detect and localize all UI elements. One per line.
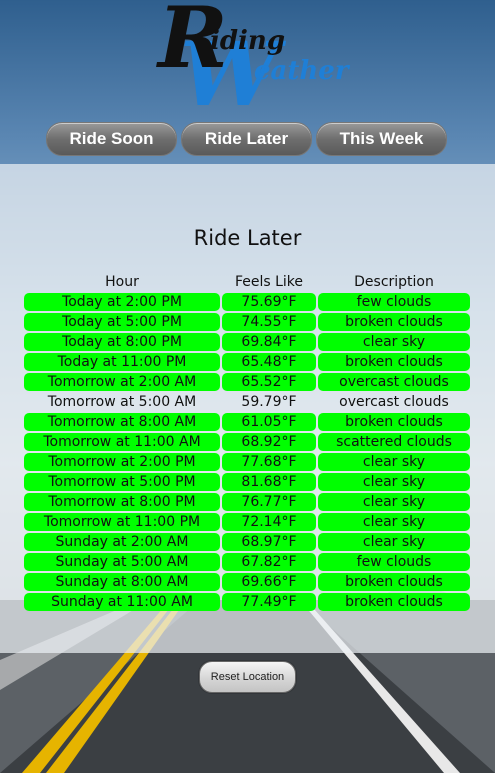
table-row: Tomorrow at 11:00 PM 72.14°F clear sky — [24, 512, 471, 532]
cell-hour: Tomorrow at 11:00 PM — [24, 513, 220, 531]
cell-description: clear sky — [318, 473, 470, 491]
forecast-panel: Ride Later Hour Feels Like Description T… — [0, 164, 495, 653]
cell-description: clear sky — [318, 333, 470, 351]
cell-description: clear sky — [318, 533, 470, 551]
cell-description: clear sky — [318, 453, 470, 471]
cell-hour: Sunday at 5:00 AM — [24, 553, 220, 571]
cell-feels-like: 65.52°F — [222, 373, 316, 391]
cell-feels-like: 76.77°F — [222, 493, 316, 511]
table-row: Sunday at 8:00 AM 69.66°F broken clouds — [24, 572, 471, 592]
table-row: Tomorrow at 11:00 AM 68.92°F scattered clo… — [24, 432, 471, 452]
cell-hour: Today at 2:00 PM — [24, 293, 220, 311]
table-row: Tomorrow at 8:00 AM 61.05°F broken clouds — [24, 412, 471, 432]
cell-hour: Tomorrow at 11:00 AM — [24, 433, 220, 451]
cell-hour: Today at 11:00 PM — [24, 353, 220, 371]
cell-feels-like: 65.48°F — [222, 353, 316, 371]
cell-description: few clouds — [318, 553, 470, 571]
logo-word-eather: eather — [254, 56, 349, 86]
table-row: Sunday at 2:00 AM 68.97°F clear sky — [24, 532, 471, 552]
cell-hour: Today at 8:00 PM — [24, 333, 220, 351]
cell-hour: Sunday at 2:00 AM — [24, 533, 220, 551]
header-hour: Hour — [105, 274, 139, 290]
table-header-row: Hour Feels Like Description — [24, 272, 471, 292]
cell-description: broken clouds — [318, 593, 470, 611]
cell-feels-like: 75.69°F — [222, 293, 316, 311]
cell-hour: Tomorrow at 2:00 AM — [24, 373, 220, 391]
table-row: Tomorrow at 5:00 PM 81.68°F clear sky — [24, 472, 471, 492]
ride-later-button[interactable]: Ride Later — [181, 122, 312, 156]
cell-feels-like: 74.55°F — [222, 313, 316, 331]
table-row: Today at 5:00 PM 74.55°F broken clouds — [24, 312, 471, 332]
cell-feels-like: 77.49°F — [222, 593, 316, 611]
table-row: Sunday at 5:00 AM 67.82°F few clouds — [24, 552, 471, 572]
cell-description: clear sky — [318, 493, 470, 511]
header-feels-like: Feels Like — [234, 274, 304, 290]
cell-feels-like: 59.79°F — [241, 394, 297, 410]
table-row: Today at 2:00 PM 75.69°F few clouds — [24, 292, 471, 312]
table-row: Today at 11:00 PM 65.48°F broken clouds — [24, 352, 471, 372]
cell-hour: Tomorrow at 5:00 AM — [47, 394, 197, 410]
cell-hour: Sunday at 11:00 AM — [24, 593, 220, 611]
riding-weather-logo[interactable]: W R iding eather — [150, 0, 350, 118]
cell-description: broken clouds — [318, 413, 470, 431]
cell-feels-like: 81.68°F — [222, 473, 316, 491]
cell-description: few clouds — [318, 293, 470, 311]
cell-feels-like: 69.84°F — [222, 333, 316, 351]
cell-feels-like: 61.05°F — [222, 413, 316, 431]
table-row: Sunday at 11:00 AM 77.49°F broken clouds — [24, 592, 471, 612]
app-header: W R iding eather Ride Soon Ride Later Th… — [0, 0, 495, 164]
cell-hour: Tomorrow at 2:00 PM — [24, 453, 220, 471]
cell-hour: Tomorrow at 8:00 PM — [24, 493, 220, 511]
nav-bar: Ride Soon Ride Later This Week — [46, 122, 448, 156]
logo-word-iding: iding — [210, 26, 286, 56]
cell-feels-like: 68.92°F — [222, 433, 316, 451]
cell-description: broken clouds — [318, 573, 470, 591]
cell-feels-like: 72.14°F — [222, 513, 316, 531]
cell-feels-like: 67.82°F — [222, 553, 316, 571]
cell-description: broken clouds — [318, 313, 470, 331]
page-title: Ride Later — [193, 226, 302, 250]
table-row: Tomorrow at 8:00 PM 76.77°F clear sky — [24, 492, 471, 512]
reset-location-button[interactable]: Reset Location — [199, 661, 296, 693]
cell-feels-like: 69.66°F — [222, 573, 316, 591]
table-row: Today at 8:00 PM 69.84°F clear sky — [24, 332, 471, 352]
cell-hour: Tomorrow at 5:00 PM — [24, 473, 220, 491]
header-description: Description — [354, 274, 434, 290]
table-row: Tomorrow at 5:00 AM 59.79°F overcast cloud… — [24, 392, 471, 412]
cell-hour: Tomorrow at 8:00 AM — [24, 413, 220, 431]
cell-feels-like: 77.68°F — [222, 453, 316, 471]
this-week-button[interactable]: This Week — [316, 122, 447, 156]
cell-description: clear sky — [318, 513, 470, 531]
cell-hour: Today at 5:00 PM — [24, 313, 220, 331]
cell-description: scattered clouds — [318, 433, 470, 451]
cell-description: overcast clouds — [318, 373, 470, 391]
forecast-table: Hour Feels Like Description Today at 2:0… — [24, 272, 471, 612]
table-row: Tomorrow at 2:00 AM 65.52°F overcast cloud… — [24, 372, 471, 392]
table-row: Tomorrow at 2:00 PM 77.68°F clear sky — [24, 452, 471, 472]
ride-soon-button[interactable]: Ride Soon — [46, 122, 177, 156]
cell-description: broken clouds — [318, 353, 470, 371]
cell-hour: Sunday at 8:00 AM — [24, 573, 220, 591]
cell-feels-like: 68.97°F — [222, 533, 316, 551]
cell-description: overcast clouds — [339, 394, 449, 410]
